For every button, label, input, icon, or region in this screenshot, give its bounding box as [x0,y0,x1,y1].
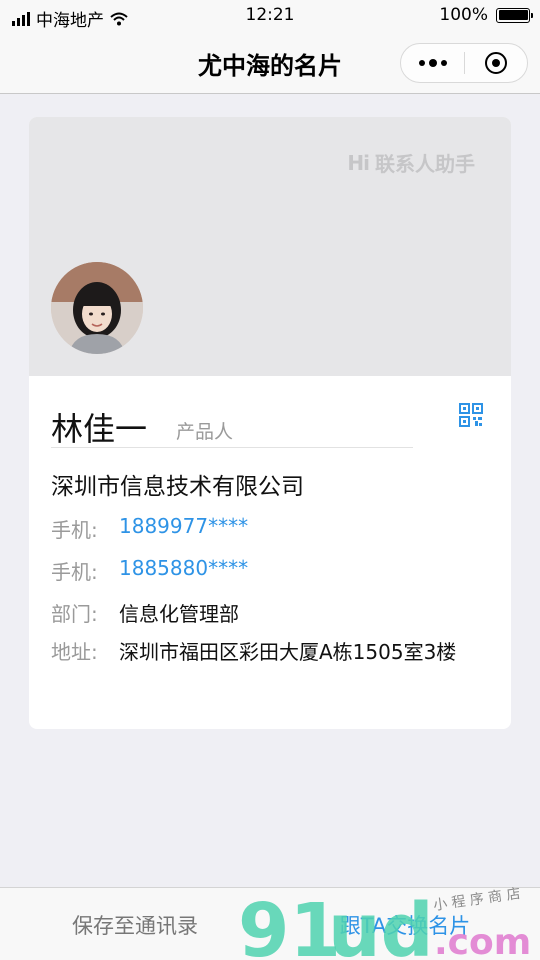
nav-bar: 尤中海的名片 [0,32,540,94]
battery-percent: 100% [439,5,488,25]
address-row: 地址: 深圳市福田区彩田大厦A栋1505室3楼 [51,634,469,670]
phone-label: 手机: [51,518,98,542]
phone-number-link[interactable]: 1885880**** [119,556,248,585]
more-menu-button[interactable] [401,44,464,82]
department-label: 部门: [51,602,98,626]
contact-name: 林佳一 [51,410,148,448]
status-right: 100% [439,5,533,25]
phone-label: 手机: [51,560,98,584]
department-row: 部门: 信息化管理部 [51,598,239,627]
battery-icon [496,7,533,23]
close-mini-program-button[interactable] [465,44,527,82]
avatar [51,262,143,354]
contact-assistant-watermark: Hi 联系人助手 [347,148,475,177]
watermark-text: 联系人助手 [375,152,475,176]
save-to-contacts-button[interactable]: 保存至通讯录 [0,888,270,960]
target-icon [484,52,507,74]
card-banner: Hi 联系人助手 [29,117,511,376]
mini-program-capsule [400,43,528,83]
avatar-photo [51,262,143,354]
phone-row-1: 手机: 1889977**** [51,514,248,543]
divider [51,447,413,448]
bottom-action-bar: 保存至通讯录 跟TA交换名片 [0,887,540,960]
phone-number-link[interactable]: 1889977**** [119,514,248,543]
qr-code-icon[interactable] [459,403,483,427]
company-name: 深圳市信息技术有限公司 [51,474,304,500]
department-value: 信息化管理部 [119,602,239,626]
exchange-card-button[interactable]: 跟TA交换名片 [270,888,540,960]
business-card: Hi 联系人助手 林佳一 产品人 深圳市信息技术有限公司 手机: 1889977… [29,117,511,729]
more-dots-icon [418,60,425,66]
address-label: 地址: [51,640,98,664]
hi-logo-icon: Hi [347,150,370,175]
phone-row-2: 手机: 1885880**** [51,556,248,585]
job-title: 产品人 [176,421,234,443]
address-value: 深圳市福田区彩田大厦A栋1505室3楼 [119,640,457,664]
status-bar: 中海地产 12:21 100% [0,0,540,32]
